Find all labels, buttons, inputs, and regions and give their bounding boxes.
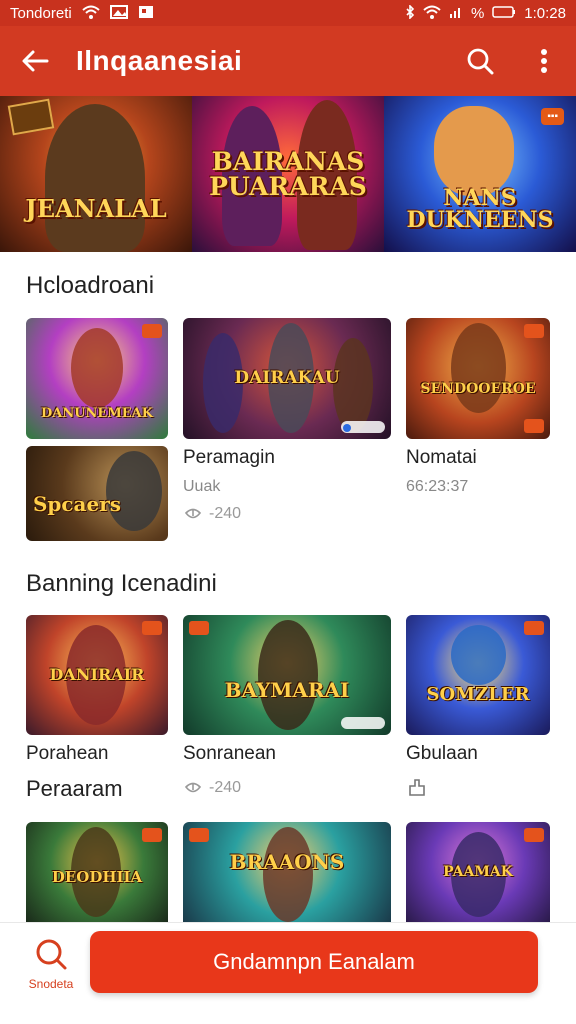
item-meta xyxy=(406,777,428,797)
battery-percent: % xyxy=(470,4,485,22)
tile-badge xyxy=(142,828,162,842)
tile-art-title: BAYMARAI xyxy=(224,678,350,702)
tile-art-title: DAIRAKAU xyxy=(234,368,340,388)
share-icon xyxy=(409,779,425,796)
game-tile[interactable]: DAIRAKAU xyxy=(183,318,391,439)
item-meta-value: -240 xyxy=(209,779,242,796)
hero-banner[interactable]: JEANALAL BAIRANAS PUARARAS ▪▪▪ NANS DUKN… xyxy=(0,96,576,252)
bluetooth-icon xyxy=(405,4,415,21)
tile-badge xyxy=(142,621,162,635)
game-tile[interactable]: DEODHIIA xyxy=(26,822,168,922)
hero-panel-3-title: NANS DUKNEENS xyxy=(406,185,554,233)
wifi-icon xyxy=(82,5,100,21)
hero-panel-2[interactable]: BAIRANAS PUARARAS xyxy=(192,96,384,252)
tile-art-title: DANIRAIR xyxy=(49,665,145,684)
primary-action-button[interactable]: Gndamnpn Eanalam xyxy=(90,931,538,993)
item-title[interactable]: Porahean xyxy=(26,743,108,765)
tile-character-art xyxy=(451,323,506,413)
tile-character-art xyxy=(71,328,123,408)
hero-character-art xyxy=(434,106,514,196)
tile-art-title: SOMZLER xyxy=(426,684,530,705)
image-icon xyxy=(138,5,154,21)
game-tile[interactable]: PAAMAK xyxy=(406,822,550,922)
search-icon xyxy=(467,48,494,75)
cell-signal-icon xyxy=(449,5,463,21)
more-options-button[interactable] xyxy=(512,26,576,96)
photo-icon xyxy=(109,5,128,21)
game-tile[interactable]: BAYMARAI xyxy=(183,615,391,735)
item-subtitle: Uuak xyxy=(183,478,221,495)
nav-item-search[interactable]: Snodeta xyxy=(16,937,86,991)
tile-art-title: DEODHIIA xyxy=(51,867,143,886)
tile-character-art xyxy=(106,451,162,531)
tile-character-art xyxy=(451,625,506,685)
section-title: Banning Icenadini xyxy=(26,570,217,597)
nav-item-label: Snodeta xyxy=(28,977,74,991)
hero-panel-2-title: BAIRANAS PUARARAS xyxy=(209,147,367,201)
item-meta-value: -240 xyxy=(209,505,242,522)
app-bar: Ilnqaanesiai xyxy=(0,26,576,96)
download-icon xyxy=(184,782,202,793)
hero-character-art xyxy=(45,104,145,252)
tile-art-title: SENDOOEROE xyxy=(420,380,536,397)
hero-panel-3[interactable]: ▪▪▪ NANS DUKNEENS xyxy=(384,96,576,252)
tile-art-title: PAAMAK xyxy=(443,864,513,880)
item-title[interactable]: Nomatai xyxy=(406,447,477,469)
hero-panel-1-title: JEANALAL xyxy=(25,194,167,223)
game-tile[interactable]: DANUNEMEAK xyxy=(26,318,168,439)
game-tile[interactable]: Spcaers xyxy=(26,446,168,541)
tile-badge xyxy=(524,324,544,338)
hero-panel-1[interactable]: JEANALAL xyxy=(0,96,192,252)
game-tile[interactable]: SOMZLER xyxy=(406,615,550,735)
download-icon xyxy=(184,508,202,519)
bottom-bar: Snodeta Gndamnpn Eanalam xyxy=(0,922,576,1024)
carrier-label: Tondoreti xyxy=(10,4,72,22)
tile-art-title: DANUNEMEAK xyxy=(40,406,154,421)
wifi-signal-icon xyxy=(423,5,441,21)
section-label: Peraaram xyxy=(26,776,123,801)
tile-badge xyxy=(524,621,544,635)
tile-character-art xyxy=(263,827,313,922)
search-button[interactable] xyxy=(448,26,512,96)
tile-art-title: Spcaers xyxy=(32,491,122,516)
hero-badge: ▪▪▪ xyxy=(541,108,564,125)
item-title[interactable]: Sonranean xyxy=(183,743,276,765)
tile-corner-icon xyxy=(524,419,544,433)
item-title[interactable]: Peramagin xyxy=(183,447,275,469)
item-meta: -240 xyxy=(183,505,241,523)
item-title[interactable]: Gbulaan xyxy=(406,743,478,765)
item-subtitle: 66:23:37 xyxy=(406,478,469,495)
tile-badge xyxy=(189,621,209,635)
more-vertical-icon xyxy=(541,49,547,73)
tile-badge xyxy=(189,828,209,842)
tile-badge xyxy=(524,828,544,842)
game-tile[interactable]: SENDOOEROE xyxy=(406,318,550,439)
section-title: Hcloadroani xyxy=(26,272,155,299)
page-title: Ilnqaanesiai xyxy=(76,45,243,76)
tile-info-dot xyxy=(343,424,351,432)
game-tile[interactable]: BRAAONS xyxy=(183,822,391,922)
tile-art-title: BRAAONS xyxy=(229,850,345,874)
battery-icon xyxy=(492,6,516,20)
back-arrow-icon xyxy=(22,50,49,72)
hero-tag-icon xyxy=(7,98,55,136)
tile-badge xyxy=(142,324,162,338)
back-button[interactable] xyxy=(0,26,70,96)
clock: 1:0:28 xyxy=(524,4,566,22)
tile-info-pill xyxy=(341,717,385,729)
tile-character-art xyxy=(258,620,318,730)
game-tile[interactable]: DANIRAIR xyxy=(26,615,168,735)
item-meta: -240 xyxy=(183,779,241,797)
status-bar: Tondoreti % 1:0:28 xyxy=(0,0,576,26)
search-icon xyxy=(36,939,67,970)
